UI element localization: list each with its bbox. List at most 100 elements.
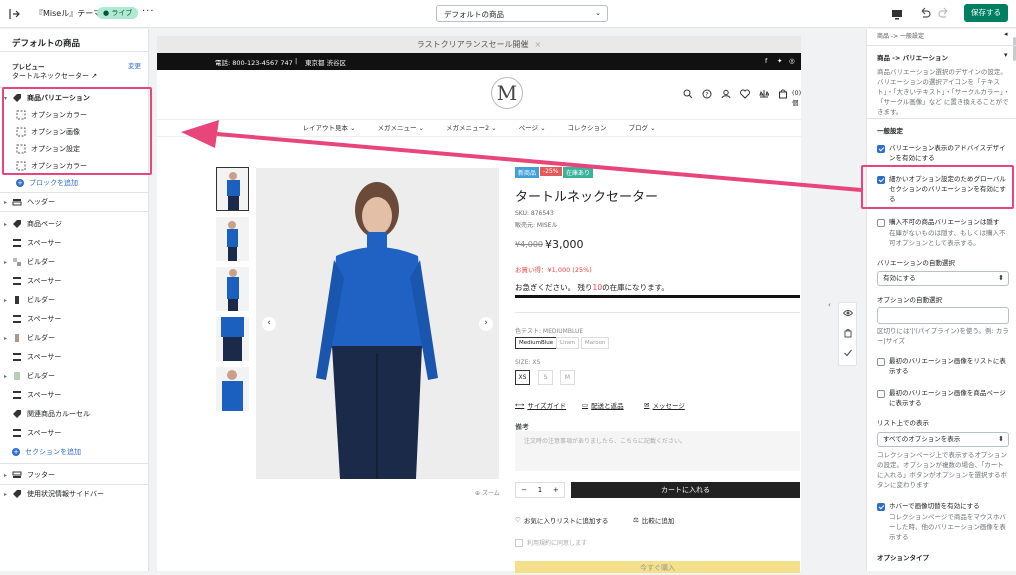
caret-right-icon: ▸ — [4, 198, 8, 206]
divider — [867, 118, 1016, 119]
heart-icon[interactable] — [740, 89, 750, 99]
section-product-variation[interactable]: ▾ 商品バリエーション — [0, 89, 149, 107]
first-image-list-checkbox[interactable] — [877, 358, 885, 366]
chevron-down-icon: ⌄ — [595, 9, 601, 17]
svg-text:?: ? — [705, 91, 708, 98]
tree-label: 商品バリエーション — [27, 94, 90, 102]
compare-icon[interactable] — [759, 89, 769, 99]
caret-right-icon: ▸ — [4, 220, 8, 228]
section-builder[interactable]: ▸ ビルダー — [0, 367, 149, 385]
section-header[interactable]: ▸ ヘッダー — [0, 193, 149, 211]
qty-plus-button[interactable]: + — [553, 486, 559, 494]
zoom-button[interactable]: ⊕ ズーム — [475, 488, 500, 497]
search-icon[interactable] — [683, 89, 693, 99]
add-to-cart-button[interactable]: カートに入れる — [571, 482, 800, 498]
section-builder[interactable]: ▸ ビルダー — [0, 253, 149, 271]
cart-count[interactable]: (0)個 — [792, 89, 801, 107]
wishlist-button[interactable]: ♡ お気に入りリストに追加する — [515, 515, 608, 525]
section-usage-sidebar[interactable]: ▸ 使用状況情報サイドバー — [0, 485, 149, 503]
size-option[interactable]: XS — [515, 370, 530, 385]
more-actions-button[interactable]: ··· — [142, 6, 155, 17]
qty-minus-button[interactable]: − — [521, 486, 527, 494]
qty-value[interactable]: 1 — [538, 486, 542, 494]
next-image-button[interactable]: › — [479, 317, 493, 331]
section-builder[interactable]: ▸ ビルダー — [0, 291, 149, 309]
breadcrumb-top[interactable]: 商品 -> 一般設定 — [877, 31, 924, 40]
chevron-icon[interactable]: ◂ — [1004, 30, 1008, 38]
facebook-icon[interactable]: f — [765, 57, 767, 65]
block-icon — [16, 110, 26, 120]
product-thumbnail[interactable] — [216, 217, 249, 261]
message-link[interactable]: ✉ メッセージ — [644, 400, 685, 410]
buy-now-button[interactable]: 今すぐ購入 — [515, 561, 800, 573]
first-image-page-checkbox[interactable] — [877, 390, 885, 398]
terms-checkbox[interactable]: 利用規約に同意します — [515, 538, 587, 547]
save-button[interactable]: 保存する — [964, 4, 1008, 22]
section-spacer[interactable]: スペーサー — [0, 348, 149, 366]
section-spacer[interactable]: スペーサー — [0, 310, 149, 328]
checkbox[interactable] — [515, 538, 523, 547]
eye-icon[interactable] — [843, 308, 853, 318]
section-footer[interactable]: ▸ フッター — [0, 466, 149, 484]
bag-icon[interactable] — [843, 328, 853, 338]
auto-select-dropdown[interactable]: 有効にする — [877, 271, 1009, 286]
section-spacer[interactable]: スペーサー — [0, 272, 149, 290]
cart-icon[interactable] — [778, 89, 788, 99]
hide-unavailable-checkbox[interactable] — [877, 219, 885, 227]
help-icon[interactable]: ? — [702, 89, 712, 99]
size-guide-link[interactable]: ⟷ サイズガイド — [515, 400, 566, 410]
global-variation-checkbox[interactable] — [877, 176, 885, 184]
size-option-label: SIZE: XS — [515, 359, 541, 366]
preview-product[interactable]: タートルネックセーター ↗ — [12, 71, 97, 81]
template-select[interactable]: デフォルトの商品 ⌄ — [436, 5, 608, 22]
section-spacer[interactable]: スペーサー — [0, 386, 149, 404]
product-thumbnail[interactable] — [216, 367, 249, 411]
product-thumbnail[interactable] — [216, 317, 249, 361]
color-swatch[interactable]: Linen — [556, 337, 579, 349]
device-preview-icon[interactable] — [890, 7, 904, 21]
block-option-color[interactable]: オプションカラー — [0, 106, 149, 124]
advanced-design-checkbox[interactable] — [877, 145, 885, 153]
store-logo[interactable]: M — [491, 77, 523, 109]
tree-label: スペーサー — [27, 277, 62, 285]
block-option-settings[interactable]: オプション設定 — [0, 140, 149, 158]
list-display-dropdown[interactable]: すべてのオプションを表示 — [877, 432, 1009, 447]
shipping-link[interactable]: ▭ 配送と返品 — [582, 400, 624, 410]
undo-icon[interactable] — [918, 7, 932, 21]
block-option-image[interactable]: オプション画像 — [0, 123, 149, 141]
check-icon[interactable] — [843, 348, 853, 358]
color-swatch[interactable]: Maroon — [581, 337, 610, 349]
option-auto-input[interactable] — [877, 307, 1009, 324]
hover-swap-checkbox[interactable] — [877, 503, 885, 511]
collapse-icon[interactable]: ▾ — [1004, 51, 1008, 59]
product-thumbnail[interactable] — [216, 267, 249, 311]
account-icon[interactable] — [721, 89, 731, 99]
section-product-page[interactable]: ▸ 商品ページ — [0, 215, 149, 233]
prev-image-button[interactable]: ‹ — [262, 317, 276, 331]
quantity-stepper[interactable]: − 1 + — [515, 482, 565, 498]
twitter-icon[interactable]: ✦ — [777, 57, 782, 65]
note-textarea[interactable]: 注文時の注意事項がありましたら、こちらに記載ください。 — [515, 431, 800, 471]
section-related-carousel[interactable]: 関連商品カルーセル — [0, 405, 149, 423]
caret-right-icon: ▸ — [4, 296, 8, 304]
tree-label: 商品ページ — [27, 220, 62, 228]
instagram-icon[interactable]: ◎ — [789, 57, 795, 65]
section-builder[interactable]: ▸ ビルダー — [0, 329, 149, 347]
size-option[interactable]: M — [560, 370, 575, 385]
product-main-image[interactable] — [256, 168, 499, 479]
add-section-button[interactable]: + セクションを追加 — [0, 443, 149, 461]
collapse-chevron-icon[interactable]: ‹ — [828, 301, 838, 313]
size-option[interactable]: S — [538, 370, 553, 385]
exit-icon[interactable] — [8, 8, 20, 20]
section-spacer[interactable]: スペーサー — [0, 424, 149, 442]
compare-label: 比較に追加 — [641, 517, 675, 525]
compare-button[interactable]: ⚖ 比較に追加 — [633, 515, 674, 525]
color-swatch[interactable]: MediumBlue — [515, 337, 558, 349]
new-price: ¥3,000 — [545, 238, 584, 251]
add-block-button[interactable]: + ブロックを追加 — [0, 174, 149, 192]
redo-icon[interactable] — [937, 7, 951, 21]
close-icon[interactable]: × — [534, 40, 541, 49]
section-spacer[interactable]: スペーサー — [0, 234, 149, 252]
block-option-color-2[interactable]: オプションカラー — [0, 157, 149, 175]
change-preview-link[interactable]: 変更 — [128, 60, 141, 70]
